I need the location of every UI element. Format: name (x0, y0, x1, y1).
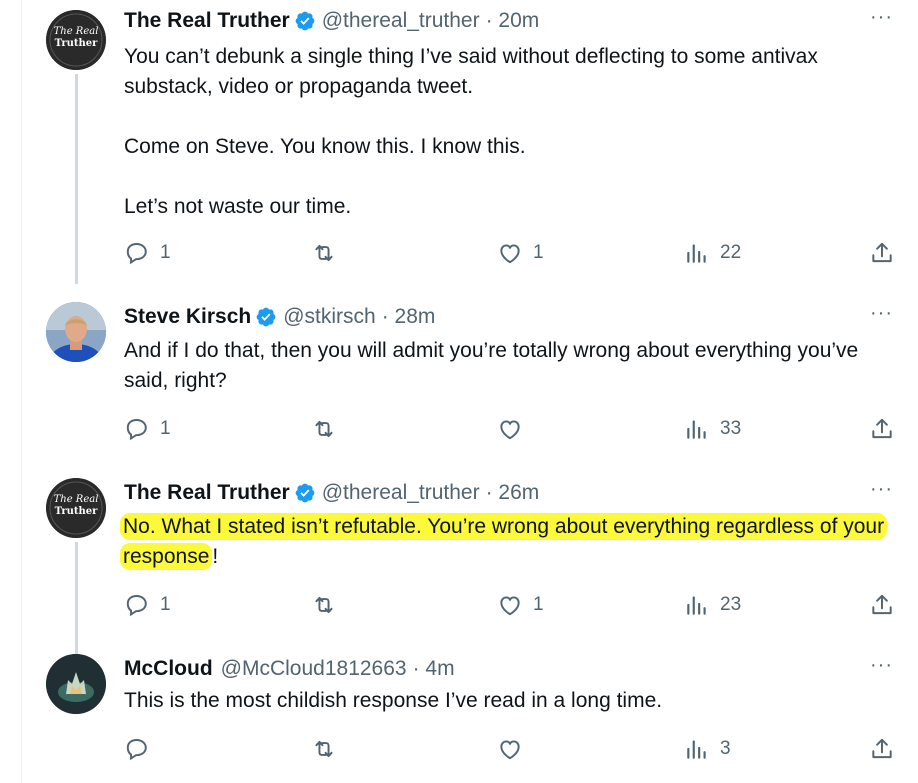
highlighted-text: No. What I stated isn’t refutable. You’r… (120, 513, 888, 570)
retweet-button[interactable] (311, 238, 337, 268)
timestamp[interactable]: · 28m (382, 305, 436, 329)
share-icon (872, 242, 892, 263)
retweet-button[interactable] (311, 590, 337, 620)
view-count: 22 (720, 242, 742, 263)
heart-icon (500, 596, 520, 616)
views-chart-icon (687, 740, 706, 759)
like-count: 1 (533, 594, 544, 615)
retweet-button[interactable] (311, 414, 337, 444)
retweet-icon (315, 420, 333, 438)
tweet[interactable]: The Real Truther The Real Truther @there… (0, 6, 918, 284)
author-handle[interactable]: @thereal_truther (322, 481, 480, 505)
svg-text:Truther: Truther (55, 38, 99, 49)
timestamp[interactable]: · 26m (486, 481, 540, 505)
tweet-actions: 3 (0, 734, 918, 764)
timestamp[interactable]: · 20m (486, 9, 540, 33)
reply-icon (126, 739, 147, 761)
views-button[interactable]: 3 (684, 734, 731, 764)
author-name[interactable]: The Real Truther (124, 481, 290, 505)
tweet-text: You can’t debunk a single thing I’ve sai… (124, 45, 818, 218)
heart-icon (500, 244, 520, 264)
view-count: 33 (720, 418, 742, 439)
more-options-icon[interactable]: ··· (870, 302, 893, 325)
reply-button[interactable]: 1 (124, 590, 171, 620)
share-icon (872, 738, 892, 759)
author-handle[interactable]: @stkirsch (283, 305, 376, 329)
like-button[interactable]: 1 (497, 238, 544, 268)
share-button[interactable] (869, 238, 895, 268)
avatar[interactable]: The Real Truther (46, 478, 106, 538)
views-chart-icon (687, 596, 706, 615)
more-options-icon[interactable]: ··· (870, 478, 893, 501)
author-handle[interactable]: @McCloud1812663 (221, 657, 407, 681)
views-button[interactable]: 22 (684, 238, 741, 268)
like-button[interactable]: 1 (497, 590, 544, 620)
tweet-header: Steve Kirsch @stkirsch · 28m (124, 302, 435, 332)
avatar[interactable]: The Real Truther (46, 10, 106, 70)
verified-badge-icon (256, 307, 276, 327)
retweet-icon (315, 740, 333, 758)
retweet-icon (315, 596, 333, 614)
views-chart-icon (687, 244, 706, 263)
views-button[interactable]: 33 (684, 414, 741, 444)
reply-button[interactable]: 1 (124, 414, 171, 444)
retweet-button[interactable] (311, 734, 337, 764)
views-button[interactable]: 23 (684, 590, 741, 620)
author-name[interactable]: The Real Truther (124, 9, 290, 33)
more-options-icon[interactable]: ··· (870, 654, 893, 677)
view-count: 3 (720, 738, 731, 759)
verified-badge-icon (295, 11, 315, 31)
tweet-text: This is the most childish response I’ve … (124, 689, 663, 712)
avatar[interactable] (46, 654, 106, 714)
svg-text:The Real: The Real (54, 494, 99, 505)
tweet-text: And if I do that, then you will admit yo… (124, 339, 865, 392)
avatar[interactable] (46, 302, 106, 362)
reply-count: 1 (160, 418, 171, 439)
tweet-header: McCloud @McCloud1812663 · 4m (124, 654, 455, 684)
more-options-icon[interactable]: ··· (870, 6, 893, 29)
share-icon (872, 594, 892, 615)
like-button[interactable] (497, 414, 523, 444)
heart-icon (500, 420, 520, 440)
author-name[interactable]: McCloud (124, 657, 213, 681)
heart-icon (500, 740, 520, 760)
verified-badge-icon (295, 483, 315, 503)
tweet-text: No. What I stated isn’t refutable. You’r… (120, 512, 888, 572)
author-name[interactable]: Steve Kirsch (124, 305, 251, 329)
reply-icon (126, 595, 147, 617)
share-button[interactable] (869, 414, 895, 444)
author-handle[interactable]: @thereal_truther (322, 9, 480, 33)
views-chart-icon (687, 420, 706, 439)
share-icon (872, 418, 892, 439)
reply-icon (126, 243, 147, 265)
tweet-header: The Real Truther @thereal_truther · 26m (124, 478, 539, 508)
like-count: 1 (533, 242, 544, 263)
reply-count: 1 (160, 242, 171, 263)
view-count: 23 (720, 594, 742, 615)
tweet-actions: 1 33 (0, 414, 918, 444)
tweet[interactable]: McCloud @McCloud1812663 · 4m ··· This is… (0, 654, 918, 783)
reply-button[interactable]: 1 (124, 238, 171, 268)
tweet-text-tail: ! (212, 545, 219, 568)
tweet[interactable]: Steve Kirsch @stkirsch · 28m ··· And if … (0, 302, 918, 472)
retweet-icon (315, 244, 333, 262)
timestamp[interactable]: · 4m (413, 657, 455, 681)
reply-count: 1 (160, 594, 171, 615)
share-button[interactable] (869, 590, 895, 620)
tweet[interactable]: The Real Truther The Real Truther @there… (0, 478, 918, 657)
tweet-actions: 1 1 22 (0, 238, 918, 268)
svg-text:Truther: Truther (55, 506, 99, 517)
reply-icon (126, 419, 147, 441)
tweet-header: The Real Truther @thereal_truther · 20m (124, 6, 539, 36)
like-button[interactable] (497, 734, 523, 764)
tweet-actions: 1 1 23 (0, 590, 918, 620)
reply-button[interactable] (124, 734, 150, 764)
svg-text:The Real: The Real (54, 26, 99, 37)
share-button[interactable] (869, 734, 895, 764)
